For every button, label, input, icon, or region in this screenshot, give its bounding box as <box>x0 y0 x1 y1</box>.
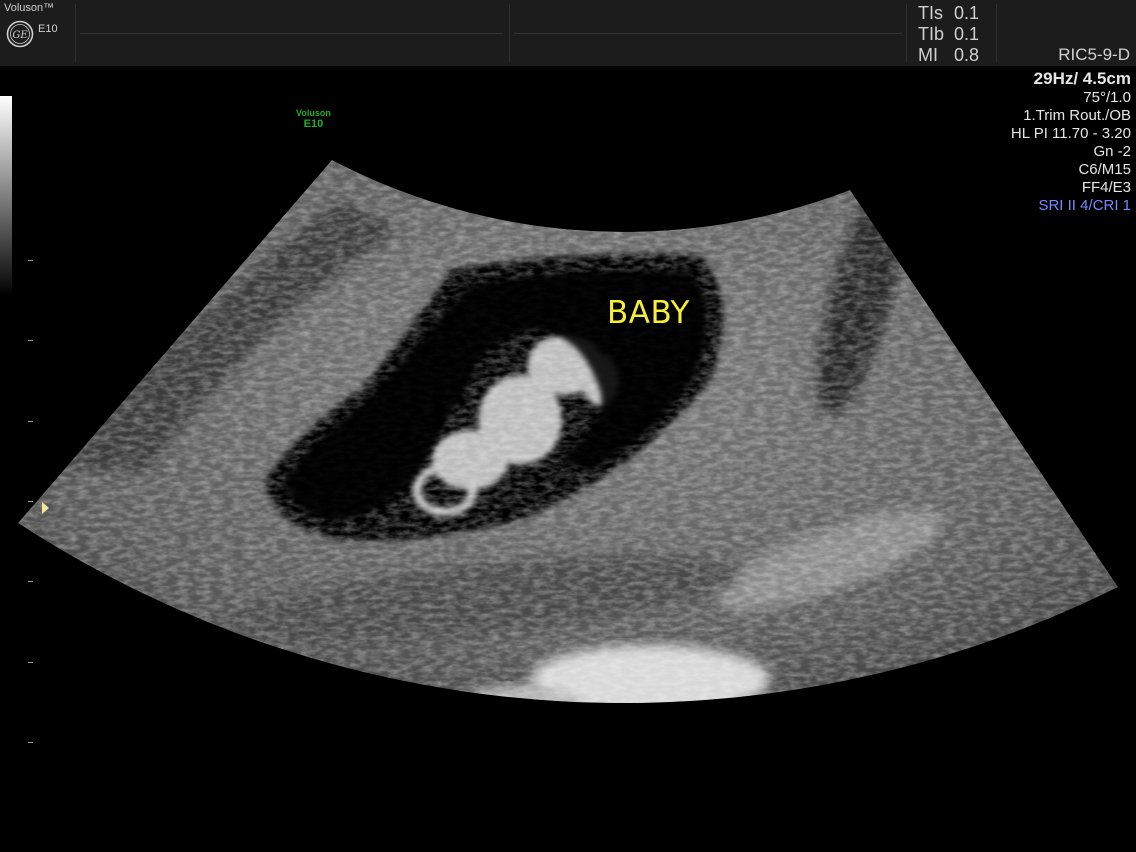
depth-tick <box>28 742 33 743</box>
imaging-parameters: 29Hz/ 4.5cm 75°/1.0 1.Trim Rout./OB HL P… <box>1011 68 1131 215</box>
depth-tick <box>28 421 33 422</box>
annotation-label[interactable]: BABY <box>607 295 690 331</box>
param-frame-depth: 29Hz/ 4.5cm <box>1033 69 1131 88</box>
param-harmonics: HL PI 11.70 - 3.20 <box>1010 125 1131 142</box>
depth-tick <box>28 662 33 663</box>
focus-marker-icon[interactable] <box>42 502 49 514</box>
param-angle: 75°/1.0 <box>1083 89 1131 106</box>
depth-tick <box>28 260 33 261</box>
sector-scan <box>18 160 1118 704</box>
watermark-line1: Voluson <box>296 108 331 118</box>
watermark-line2: E10 <box>303 118 324 130</box>
param-sri: SRI II 4/CRI 1 <box>1038 197 1131 214</box>
param-gain: Gn -2 <box>1093 143 1131 160</box>
param-map: C6/M15 <box>1078 161 1131 178</box>
ultrasound-image <box>18 160 1118 704</box>
param-filter: FF4/E3 <box>1081 179 1131 196</box>
depth-tick <box>28 340 33 341</box>
system-watermark: Voluson E10 <box>296 108 331 130</box>
depth-tick <box>28 581 33 582</box>
param-preset: 1.Trim Rout./OB <box>1023 107 1131 124</box>
grayscale-bar <box>0 96 12 296</box>
depth-tick <box>28 501 33 502</box>
